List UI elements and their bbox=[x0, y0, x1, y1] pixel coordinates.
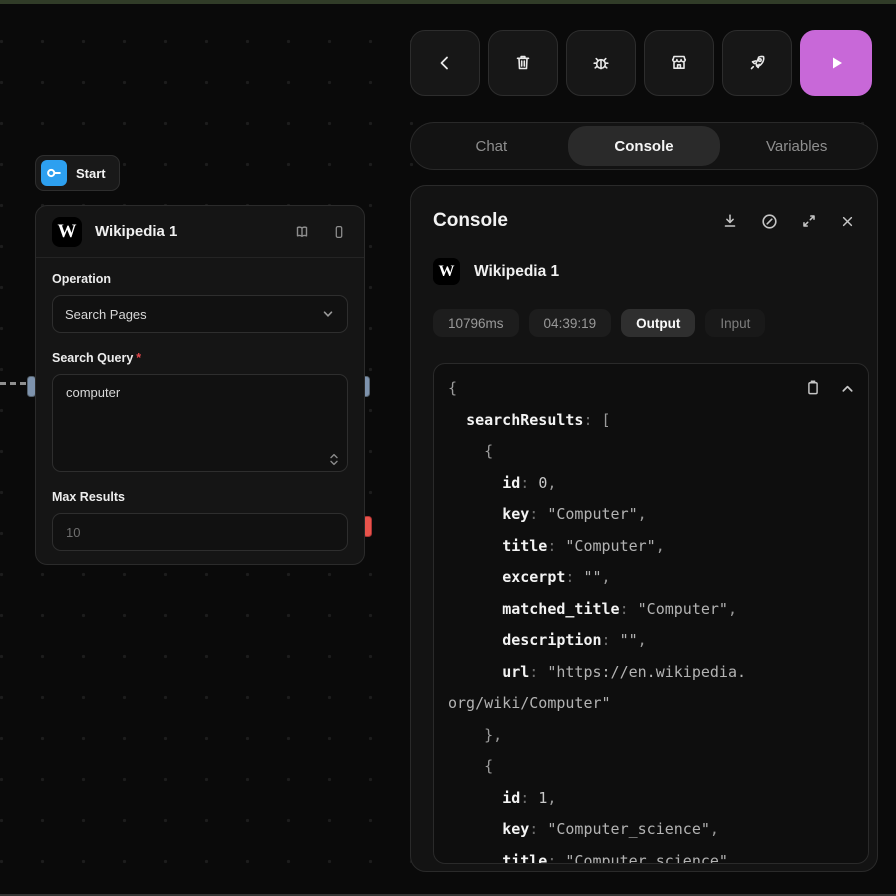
console-badges: 10796ms 04:39:19 Output Input bbox=[433, 309, 855, 337]
copy-icon[interactable] bbox=[803, 377, 823, 399]
collapse-chevron-up-icon[interactable] bbox=[839, 381, 856, 396]
rocket-icon bbox=[745, 51, 769, 75]
panel-tabbar: Chat Console Variables bbox=[410, 122, 878, 170]
console-panel: Console bbox=[410, 185, 878, 872]
mobile-preview-icon[interactable] bbox=[330, 222, 348, 242]
debug-button[interactable] bbox=[566, 30, 636, 96]
wikipedia-logo-icon: W bbox=[433, 258, 460, 285]
wikipedia-node-card[interactable]: W Wikipedia 1 Operation Search bbox=[35, 205, 365, 565]
chevron-left-icon bbox=[434, 52, 456, 74]
start-node-icon bbox=[41, 160, 67, 186]
deploy-button[interactable] bbox=[722, 30, 792, 96]
tab-console[interactable]: Console bbox=[568, 126, 721, 166]
operation-select[interactable]: Search Pages bbox=[52, 295, 348, 333]
search-query-input[interactable]: computer bbox=[53, 375, 347, 471]
wikipedia-node-title: Wikipedia 1 bbox=[95, 223, 279, 240]
tab-chat[interactable]: Chat bbox=[415, 126, 568, 166]
duration-badge: 10796ms bbox=[433, 309, 519, 337]
close-icon[interactable] bbox=[838, 212, 857, 231]
max-results-label: Max Results bbox=[52, 490, 348, 504]
store-icon bbox=[667, 51, 691, 75]
wikipedia-logo-icon: W bbox=[52, 217, 82, 247]
operation-label: Operation bbox=[52, 272, 348, 286]
timestamp-badge: 04:39:19 bbox=[529, 309, 612, 337]
start-node[interactable]: Start bbox=[35, 155, 120, 191]
expand-icon[interactable] bbox=[799, 211, 819, 231]
trash-icon bbox=[511, 51, 535, 75]
wikipedia-node-header: W Wikipedia 1 bbox=[36, 206, 364, 258]
console-code[interactable]: { searchResults: [ { id: 0, key: "Comput… bbox=[434, 364, 868, 864]
start-node-label: Start bbox=[76, 166, 106, 181]
top-window-strip bbox=[0, 0, 896, 4]
play-icon bbox=[825, 52, 847, 74]
console-node-row: W Wikipedia 1 bbox=[433, 258, 855, 285]
console-node-name: Wikipedia 1 bbox=[474, 263, 559, 281]
run-button[interactable] bbox=[800, 30, 872, 96]
docs-book-icon[interactable] bbox=[292, 222, 312, 242]
operation-selected-value: Search Pages bbox=[65, 307, 321, 322]
delete-button[interactable] bbox=[488, 30, 558, 96]
output-toggle[interactable]: Output bbox=[621, 309, 695, 337]
required-asterisk: * bbox=[136, 351, 141, 365]
clear-console-icon[interactable] bbox=[759, 211, 780, 232]
workflow-canvas[interactable]: Start W Wikipedia 1 bbox=[0, 0, 896, 896]
incoming-edge-dashed bbox=[0, 382, 26, 385]
download-icon[interactable] bbox=[720, 211, 740, 231]
max-results-input[interactable] bbox=[52, 513, 348, 551]
resize-handle-icon[interactable] bbox=[329, 453, 339, 466]
output-code-block[interactable]: { searchResults: [ { id: 0, key: "Comput… bbox=[433, 363, 869, 864]
bug-icon bbox=[589, 51, 613, 75]
console-title: Console bbox=[433, 210, 720, 232]
chevron-down-icon bbox=[321, 307, 335, 321]
search-query-label: Search Query* bbox=[52, 351, 348, 365]
top-toolbar bbox=[410, 30, 872, 96]
marketplace-button[interactable] bbox=[644, 30, 714, 96]
input-toggle[interactable]: Input bbox=[705, 309, 765, 337]
tab-variables[interactable]: Variables bbox=[720, 126, 873, 166]
back-button[interactable] bbox=[410, 30, 480, 96]
